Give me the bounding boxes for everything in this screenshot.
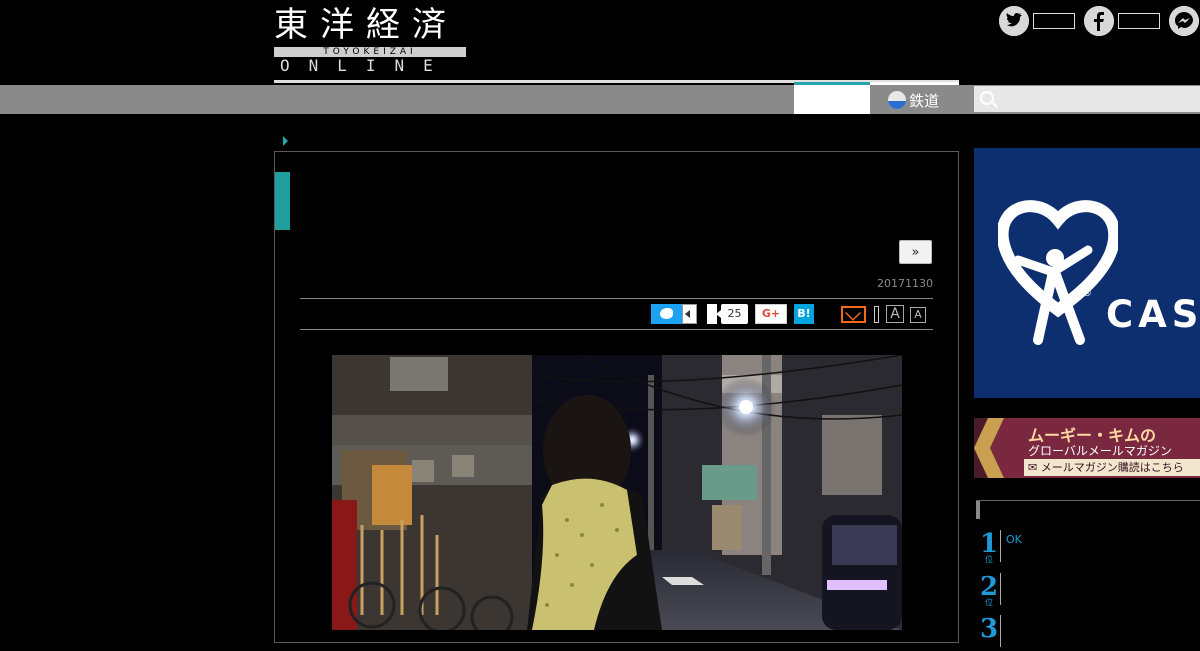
nav-tab-railway-label: 鉄道 <box>909 92 940 110</box>
breadcrumb-arrow-icon <box>283 136 288 146</box>
ranking-item[interactable]: 1 位 OK <box>980 530 1200 566</box>
font-size-large-button[interactable]: A <box>886 305 904 323</box>
facebook-icon <box>1084 6 1114 36</box>
article-date: 20171130 <box>877 277 933 290</box>
share-like-count: 25 <box>716 304 748 324</box>
ranking-header <box>976 500 1200 521</box>
cas-word: CAS <box>1106 293 1200 336</box>
ranking-separator <box>1000 615 1001 647</box>
title-accent-bar <box>275 172 290 230</box>
ad-banner-mailmagazine[interactable]: ムーギー・キムの グローバルメールマガジン ✉ メールマガジン購読はこちら <box>974 418 1200 478</box>
twitter-icon <box>999 6 1029 36</box>
ranking-number: 3 <box>980 614 999 644</box>
article-photo <box>332 355 902 630</box>
share-divider-top <box>300 298 933 299</box>
search-icon[interactable] <box>980 91 998 108</box>
share-gplus-button[interactable]: G+ <box>755 304 787 324</box>
mail-icon[interactable] <box>841 306 866 323</box>
messenger-icon <box>1169 6 1199 36</box>
logo-kanji: 東洋経済 <box>274 5 458 45</box>
search-input[interactable] <box>1000 89 1194 111</box>
cas-reg-mark: ® <box>1082 288 1092 299</box>
ranking-item[interactable]: 3 <box>980 615 1200 651</box>
twitter-follow-button[interactable] <box>999 6 1079 36</box>
ranking-suffix: 位 <box>985 598 993 607</box>
twitter-bird-icon <box>660 308 673 319</box>
ad-mugi-subtitle: グローバルメールマガジン <box>1028 444 1172 458</box>
ranking-separator <box>1000 573 1001 605</box>
facebook-follow-button[interactable] <box>1084 6 1164 36</box>
nav-tab-railway[interactable]: 鉄道 <box>870 82 959 114</box>
ad-mugi-cta[interactable]: ✉ メールマガジン購読はこちら <box>1024 459 1200 476</box>
ranking-item[interactable]: 2 位 <box>980 573 1200 609</box>
print-icon[interactable] <box>874 306 879 323</box>
train-icon <box>888 91 906 109</box>
search-box[interactable] <box>974 86 1200 112</box>
share-twitter-button[interactable] <box>651 304 682 324</box>
ranking-header-marker <box>976 501 980 519</box>
nav-tab-active[interactable] <box>794 82 870 114</box>
font-size-small-button[interactable]: A <box>910 307 926 323</box>
share-facebook-count[interactable] <box>682 304 697 324</box>
share-hatena-button[interactable]: B! <box>794 304 814 324</box>
ranking-suffix: 位 <box>985 555 993 564</box>
arrow-left-icon <box>685 310 690 318</box>
share-divider-bottom <box>300 329 933 330</box>
ad-banner-cas[interactable]: ® CAS <box>974 148 1200 398</box>
cas-heart-logo-icon <box>998 200 1118 345</box>
ad-decoration-icon <box>974 418 1004 478</box>
messenger-button[interactable] <box>1169 6 1200 36</box>
ranking-title[interactable]: OK <box>1006 533 1022 546</box>
next-page-button[interactable]: » <box>899 240 932 264</box>
ranking-separator <box>1000 530 1001 562</box>
logo-online: ONLINE <box>280 56 452 75</box>
twitter-count-box <box>1033 13 1075 29</box>
facebook-count-box <box>1118 13 1160 29</box>
site-logo[interactable]: 東洋経済 TOYOKEIZAI ONLINE <box>274 5 468 75</box>
